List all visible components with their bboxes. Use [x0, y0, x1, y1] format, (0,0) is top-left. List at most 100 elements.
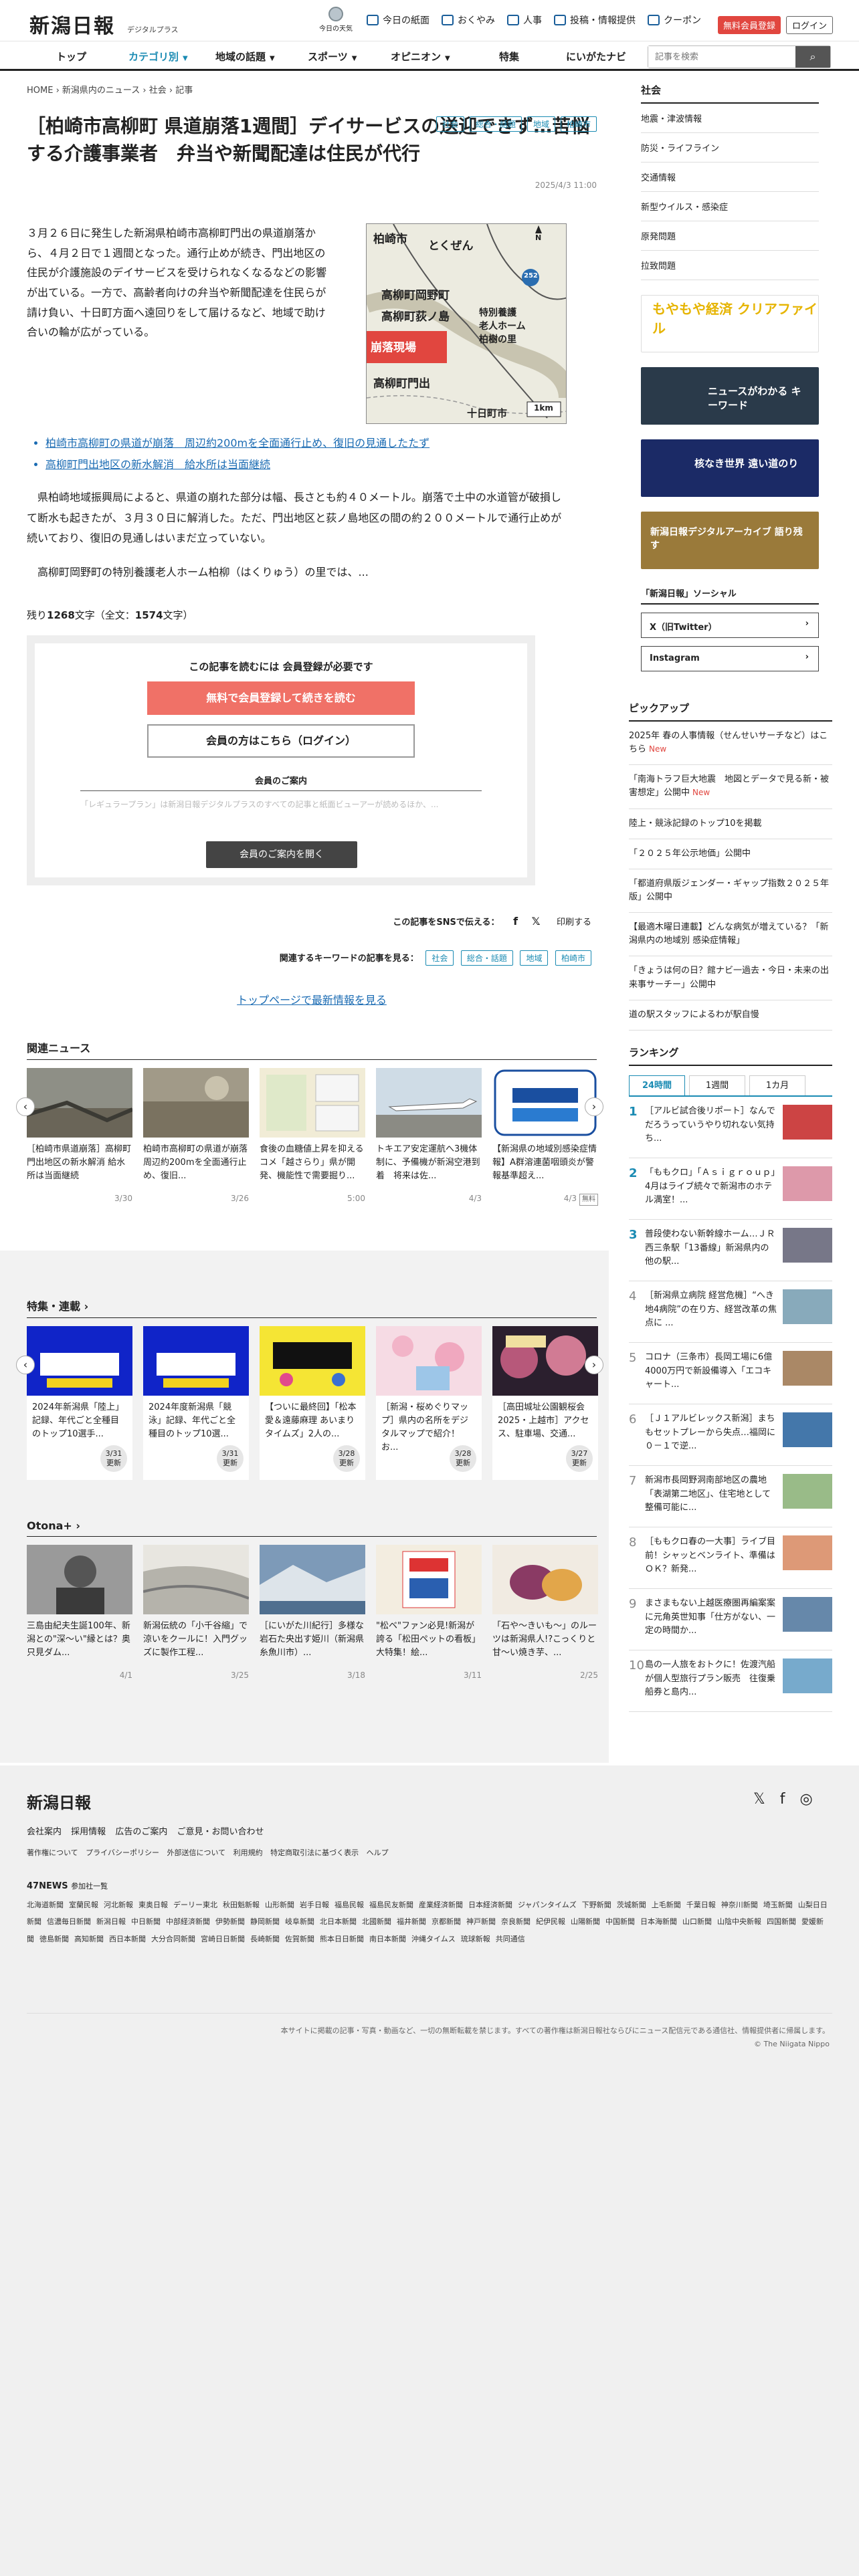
pickup-item[interactable]: 陸上・競泳記録のトップ10を掲載: [629, 809, 832, 839]
member-paper-link[interactable]: 西日本新聞: [109, 1935, 146, 1943]
header-link-personnel[interactable]: 人事: [507, 13, 542, 27]
sidebar-item[interactable]: 新型ウイルス・感染症: [641, 192, 819, 221]
x-icon[interactable]: 𝕏: [532, 915, 541, 928]
breadcrumb-home[interactable]: HOME: [27, 86, 53, 96]
footer-link[interactable]: 採用情報: [71, 1827, 106, 1837]
nav-sports[interactable]: スポーツ ▼: [308, 49, 357, 64]
member-paper-link[interactable]: 紀伊民報: [536, 1917, 565, 1926]
banner-keyword[interactable]: ニュースがわかる キーワード: [641, 367, 819, 425]
member-paper-link[interactable]: 南日本新聞: [369, 1935, 406, 1943]
carousel-next-icon[interactable]: ›: [585, 1356, 603, 1374]
tag-region[interactable]: 地域: [527, 116, 555, 132]
carousel-prev-icon[interactable]: ‹: [16, 1356, 35, 1374]
otona-card[interactable]: 「石や～きいも～」のルーツは新潟県人!?こっくりと甘～い焼き芋、... 2/25: [492, 1545, 598, 1682]
member-login-button[interactable]: 会員の方はこちら（ログイン）: [147, 724, 415, 758]
member-paper-link[interactable]: 沖縄タイムス: [411, 1935, 456, 1943]
member-paper-link[interactable]: 日本海新聞: [640, 1917, 677, 1926]
footer-link[interactable]: 特定商取引法に基づく表示: [270, 1848, 359, 1857]
otona-card[interactable]: 三島由紀夫生誕100年、新潟との"深～い"縁とは？奥只見ダム... 4/1: [27, 1545, 132, 1682]
member-paper-link[interactable]: 中日新聞: [131, 1917, 161, 1926]
news-card[interactable]: トキエア安定運航へ3機体制に、予備機が新潟空港到着 将来は佐... 4/3: [376, 1067, 482, 1206]
ranking-item[interactable]: 9 まさまもない上越医療圏再編案案に元角英世知事「仕方がない、一定の時間か...: [629, 1589, 832, 1650]
search-input[interactable]: [648, 46, 795, 68]
header-link-submit[interactable]: 投稿・情報提供: [554, 13, 636, 27]
ranking-item[interactable]: 8 ［ももクロ春の一大事］ライブ目前！シャッとベンライト、準備はＯＫ？新発...: [629, 1527, 832, 1589]
member-paper-link[interactable]: 福島民報: [335, 1901, 364, 1909]
member-paper-link[interactable]: 共同通信: [496, 1935, 525, 1943]
member-paper-link[interactable]: 奈良新聞: [501, 1917, 531, 1926]
member-paper-link[interactable]: 大分合同新聞: [151, 1935, 195, 1943]
member-paper-link[interactable]: 室蘭民報: [69, 1901, 98, 1909]
instagram-icon[interactable]: ◎: [799, 1791, 812, 1808]
pickup-item[interactable]: 「都道府県版ジェンダー・ギャップ指数２０２５年版」公開中: [629, 869, 832, 914]
footer-logo[interactable]: 新潟日報: [27, 1790, 91, 1813]
feature-card[interactable]: 2024年新潟県「陸上」記録、年代ごと全種目のトップ10選手... 3/31 更新: [27, 1326, 132, 1480]
footer-link[interactable]: 会社案内: [27, 1827, 62, 1837]
footer-link[interactable]: ヘルプ: [367, 1848, 389, 1857]
footer-link[interactable]: 広告のご案内: [115, 1827, 167, 1837]
member-paper-link[interactable]: 茨城新聞: [617, 1901, 646, 1909]
ranking-item[interactable]: 10 島の一人旅をおトクに！佐渡汽船が個人型旅行プラン販売 往復乗船券と島内...: [629, 1650, 832, 1712]
footer-link[interactable]: 著作権について: [27, 1848, 78, 1857]
news-card[interactable]: ［柏崎市県道崩落］高柳町門出地区の新水解消 給水所は当面継続 3/30: [27, 1067, 132, 1206]
tag-general[interactable]: 総合・話題: [469, 116, 522, 132]
otona-card[interactable]: ［にいがた川紀行］多様な岩石た央出す姫川（新潟県糸魚川市）... 3/18: [260, 1545, 365, 1682]
tag-society[interactable]: 社会: [436, 116, 464, 132]
sidebar-item[interactable]: 地震・津波情報: [641, 104, 819, 133]
latest-news-link[interactable]: トップページで最新情報を見る: [27, 991, 597, 1007]
keyword-tag[interactable]: 柏崎市: [555, 950, 591, 966]
keyword-tag[interactable]: 地域: [520, 950, 549, 966]
banner-clearfile[interactable]: もやもや経済 クリアファイル: [641, 295, 819, 352]
member-paper-link[interactable]: 伊勢新聞: [215, 1917, 245, 1926]
keyword-tag[interactable]: 社会: [425, 950, 454, 966]
related-link[interactable]: 高柳町門出地区の新水解消 給水所は当面継続: [45, 455, 597, 475]
ranking-item[interactable]: 6 ［Ｊ１アルビレックス新潟］まちもセットプレーから失点…福岡に０－１で逆...: [629, 1404, 832, 1466]
tag-kashiwazaki[interactable]: 柏崎市: [560, 116, 597, 132]
member-paper-link[interactable]: 産業経済新聞: [419, 1901, 463, 1909]
feature-card[interactable]: 2024年度新潟県「競泳」記録、年代ごと全種目のトップ10選... 3/31 更新: [143, 1326, 249, 1480]
pickup-item[interactable]: 2025年 春の人事情報（せんせいサーチなど）はこちら New: [629, 722, 832, 766]
pickup-item[interactable]: 「きょうは何の日？館ナビ一過去・今日・未来の出来事サーチー」公開中: [629, 956, 832, 1000]
nav-feature[interactable]: 特集: [499, 49, 519, 64]
tab-24h[interactable]: 24時間: [629, 1075, 685, 1095]
member-paper-link[interactable]: 秋田魁新報: [223, 1901, 260, 1909]
sidebar-item[interactable]: 防災・ライフライン: [641, 133, 819, 163]
related-link[interactable]: 柏崎市高柳町の県道が崩落 周辺約200mを全面通行止め、復旧の見通したたず: [45, 433, 597, 453]
instagram-link[interactable]: Instagram ›: [641, 646, 819, 671]
pickup-item[interactable]: 「２０２５年公示地価」公開中: [629, 839, 832, 869]
ranking-item[interactable]: 5 コロナ（三条市）長岡工場に6億4000万円で新設備導入「エコキャート...: [629, 1343, 832, 1404]
member-paper-link[interactable]: 山陽新聞: [571, 1917, 600, 1926]
footer-link[interactable]: 外部送信について: [167, 1848, 225, 1857]
member-paper-link[interactable]: 河北新報: [104, 1901, 133, 1909]
footer-link[interactable]: 利用規約: [233, 1848, 263, 1857]
nav-category[interactable]: カテゴリ別 ▼: [128, 49, 188, 64]
ranking-item[interactable]: 4 ［新潟県立病院 経営危機］“へき地4病院”の在り方、経営改革の焦点に ...: [629, 1281, 832, 1343]
member-paper-link[interactable]: 高知新聞: [74, 1935, 104, 1943]
member-paper-link[interactable]: 上毛新聞: [652, 1901, 681, 1909]
member-paper-link[interactable]: 京都新聞: [432, 1917, 461, 1926]
otona-card[interactable]: 新潟伝統の「小千谷縮」で涼いをクールに！入門グッズに製作工程... 3/25: [143, 1545, 249, 1682]
banner-archive[interactable]: 新潟日報デジタルアーカイブ 語り残す: [641, 512, 819, 569]
member-paper-link[interactable]: デーリー東北: [173, 1901, 217, 1909]
sidebar-item[interactable]: 交通情報: [641, 163, 819, 192]
member-paper-link[interactable]: 神奈川新聞: [721, 1901, 758, 1909]
member-paper-link[interactable]: 下野新聞: [582, 1901, 611, 1909]
feature-card[interactable]: 【ついに最終回】「松本愛＆遠藤麻理 あいまりタイムズ」2人の... 3/28 更新: [260, 1326, 365, 1480]
news-card[interactable]: 食後の血糖値上昇を抑えるコメ「越さらり」県が開発、機能性で需要掘り... 5:0…: [260, 1067, 365, 1206]
member-paper-link[interactable]: 千葉日報: [686, 1901, 716, 1909]
member-paper-link[interactable]: 静岡新聞: [250, 1917, 280, 1926]
banner-nuclear[interactable]: 核なき世界 遠い道のり: [641, 439, 819, 497]
news-card[interactable]: 【新潟県の地域別感染症情報】A群溶連菌咽頭炎が警報基準超え... 4/3 無料: [492, 1067, 598, 1206]
member-paper-link[interactable]: 宮崎日日新聞: [201, 1935, 245, 1943]
x-icon[interactable]: 𝕏: [753, 1791, 765, 1808]
header-link-paper[interactable]: 今日の紙面: [367, 13, 430, 27]
member-paper-link[interactable]: 北國新聞: [362, 1917, 391, 1926]
pickup-item[interactable]: 「南海トラフ巨大地震 地図とデータで見る新・被害想定」公開中 New: [629, 765, 832, 809]
otona-heading[interactable]: Otona+ ›: [27, 1519, 597, 1537]
member-paper-link[interactable]: 岐阜新聞: [285, 1917, 314, 1926]
member-paper-link[interactable]: 長崎新聞: [250, 1935, 280, 1943]
member-paper-link[interactable]: ジャパンタイムズ: [518, 1901, 577, 1909]
search-icon[interactable]: ⌕: [795, 46, 830, 68]
member-paper-link[interactable]: 山口新聞: [682, 1917, 712, 1926]
feature-card[interactable]: ［新潟・桜めぐりマップ］県内の名所をデジタルマップで紹介！お... 3/28 更新: [376, 1326, 482, 1480]
